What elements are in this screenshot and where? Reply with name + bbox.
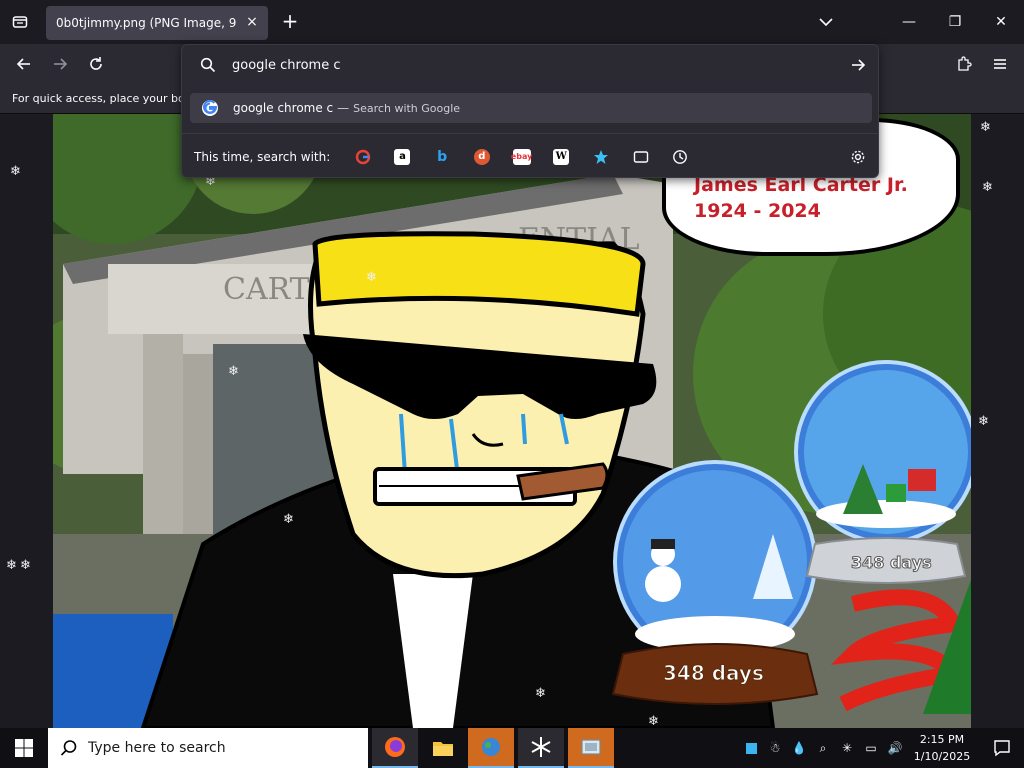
bubble-years-line: 1924 - 2024 [694,200,821,222]
gear-icon [851,150,865,163]
snowflake-icon: ❄ [283,512,294,527]
go-arrow-icon[interactable] [850,57,866,73]
app-menu-button[interactable] [986,52,1014,76]
taskbar: ☃ 💧 ⌕ ✳ ▭ 🔊 2:15 PM 1/10/2025 [0,728,1024,768]
taskbar-file-explorer[interactable] [420,728,466,768]
clock-icon [673,149,688,164]
search-one-offs: This time, search with: a b d ebay W [182,133,878,179]
snowflake-icon: ❄ [366,270,377,285]
extensions-button[interactable] [950,52,978,76]
bing-icon: b [437,148,448,165]
reload-icon [90,57,102,70]
chevron-down-icon [819,18,833,27]
snowflake-icon: ❄ [982,180,993,195]
engine-ebay-button[interactable]: ebay [502,142,542,172]
action-center-button[interactable] [980,728,1024,768]
google-icon [202,100,218,116]
engine-wikipedia-button[interactable]: W [541,142,581,172]
folder-icon [433,742,453,756]
firefox-view-icon [12,16,28,28]
picture-app-icon [581,739,601,755]
one-offs-label: This time, search with: [194,149,331,164]
minimize-button[interactable]: — [886,0,932,44]
globe-1-label: 348 days [663,661,764,685]
list-all-tabs-button[interactable] [816,12,836,32]
history-search-button[interactable] [661,142,701,172]
tab-icon [633,150,648,163]
tab-title: 0b0tjimmy.png (PNG Image, 918 × [56,16,236,30]
amazon-icon: a [394,148,411,165]
suggestion-text: google chrome c [233,101,334,115]
tray-drop-icon[interactable]: 💧 [790,739,808,757]
start-button[interactable] [0,728,48,768]
taskbar-clock[interactable]: 2:15 PM 1/10/2025 [904,731,980,765]
snowflake-icon: ❄ [980,120,991,135]
tab-image[interactable]: 0b0tjimmy.png (PNG Image, 918 × × [46,6,268,40]
duckduckgo-icon: d [473,148,490,165]
forward-button[interactable] [46,52,74,76]
new-tab-button[interactable]: + [280,10,300,34]
arrow-right-icon [54,58,68,70]
tray-network-people-icon[interactable]: ☃ [766,739,784,757]
tabs-search-button[interactable] [621,142,661,172]
firefox-view-button[interactable] [0,0,40,44]
wikipedia-icon: W [553,148,570,165]
bookmarks-search-button[interactable] [581,142,621,172]
engine-bing-button[interactable]: b [422,142,462,172]
windows-logo-icon [15,739,33,757]
snowflake-icon: ❄ [10,164,21,179]
snowflake-icon: ❄ [228,364,239,379]
snowflake-app-icon [531,737,551,757]
firefox-icon [385,737,405,757]
ebay-icon: ebay [511,148,532,165]
back-button[interactable] [10,52,38,76]
url-bar-dropdown: google chrome c — Search with Google Thi… [181,44,879,178]
search-suggestion-row[interactable]: google chrome c — Search with Google [190,93,872,123]
snowflake-icon: ❄ [535,686,546,701]
hamburger-menu-icon [994,59,1006,69]
puzzle-icon [958,56,972,71]
tray-volume-icon[interactable]: 🔊 [886,739,904,757]
taskbar-search-input[interactable] [88,740,358,756]
search-icon [60,740,77,756]
suggestion-action: Search with Google [353,101,461,115]
reload-button[interactable] [82,52,110,76]
snowflake-icon: ❄ [648,714,659,728]
tray-search-icon[interactable]: ⌕ [814,739,832,757]
search-icon [200,57,216,73]
taskbar-firefox[interactable] [372,728,418,768]
star-icon [593,149,608,164]
engine-amazon-button[interactable]: a [383,142,423,172]
engine-duckduckgo-button[interactable]: d [462,142,502,172]
search-settings-button[interactable] [838,142,878,172]
globe-app-icon [482,738,500,756]
restore-button[interactable]: ❐ [932,0,978,44]
page-content: CARTER ENTIAL [0,114,1024,728]
tray-network-icon[interactable]: ▭ [862,739,880,757]
taskbar-search-box[interactable] [48,728,368,768]
url-bar-row [182,45,878,85]
clock-time: 2:15 PM [919,733,965,746]
arrow-left-icon [16,58,30,70]
taskbar-app-4[interactable] [518,728,564,768]
clock-date: 1/10/2025 [913,750,971,763]
globe-2-label: 348 days [851,553,932,572]
title-bar: 0b0tjimmy.png (PNG Image, 918 × × + — ❐ … [0,0,1024,44]
google-icon [355,149,370,164]
snowflake-icon: ❄ [20,558,31,573]
url-input[interactable] [232,55,832,75]
taskbar-app-5[interactable] [568,728,614,768]
engine-google-button[interactable] [343,142,383,172]
notification-icon [994,740,1010,757]
taskbar-app-3[interactable] [468,728,514,768]
tab-close-icon[interactable]: × [244,14,260,30]
snowflake-icon: ❄ [6,558,17,573]
speech-bubble-text: James Earl Carter Jr. 1924 - 2024 [694,172,954,224]
tray-square-icon[interactable] [742,739,760,757]
close-window-button[interactable]: ✕ [978,0,1024,44]
suggestion-separator: — [337,101,350,115]
snowflake-icon: ❄ [978,414,989,429]
tray-snowflake-icon[interactable]: ✳ [838,739,856,757]
